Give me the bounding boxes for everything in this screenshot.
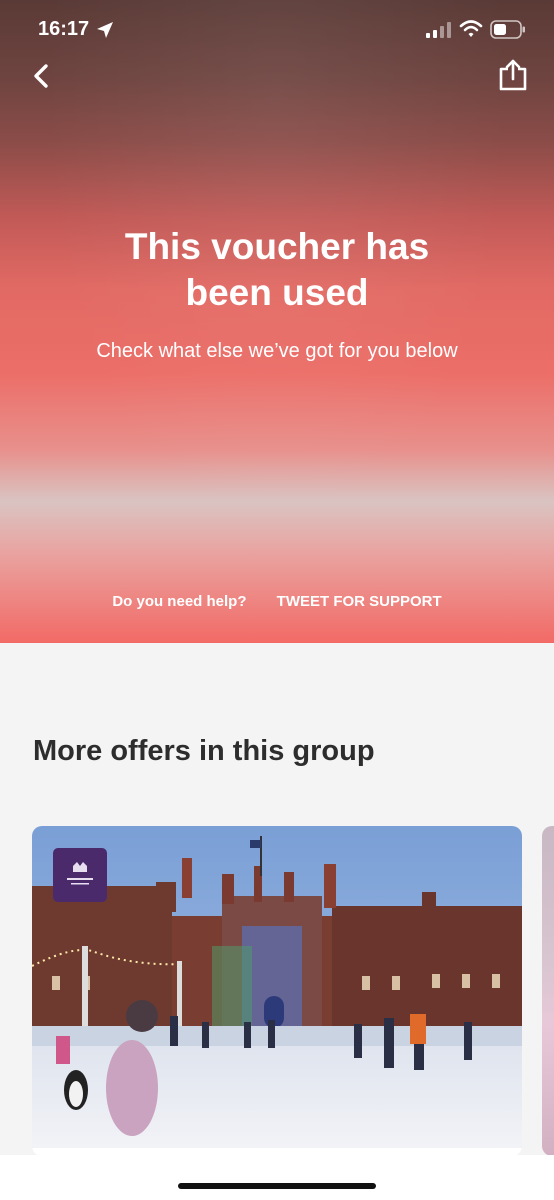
signal-icon [426,22,451,38]
share-icon[interactable] [496,57,530,93]
next-offer-card-peek[interactable] [542,826,554,1156]
location-arrow-icon [97,22,113,38]
status-time: 16:17 [38,18,90,40]
hampton-court-palace-logo [53,848,107,902]
home-indicator[interactable] [178,1183,376,1189]
voucher-hero-banner [0,0,554,643]
tweet-support-link[interactable]: TWEET FOR SUPPORT [277,593,442,610]
status-bar: 16:17 [0,0,554,60]
offer-card[interactable] [32,826,522,1156]
help-row: Do you need help? TWEET FOR SUPPORT [0,593,554,610]
battery-icon [490,20,525,39]
wifi-icon [459,20,483,37]
more-offers-heading: More offers in this group [33,735,375,767]
help-question: Do you need help? [112,593,247,610]
voucher-title-line-2: been used [185,272,369,313]
voucher-title-line-1: This voucher has [124,226,430,267]
voucher-used-title: This voucher has been used [60,224,494,316]
bottom-safe-area [0,1155,554,1200]
chevron-left-icon[interactable] [28,60,58,92]
voucher-subtitle: Check what else we’ve got for you below [96,340,458,362]
